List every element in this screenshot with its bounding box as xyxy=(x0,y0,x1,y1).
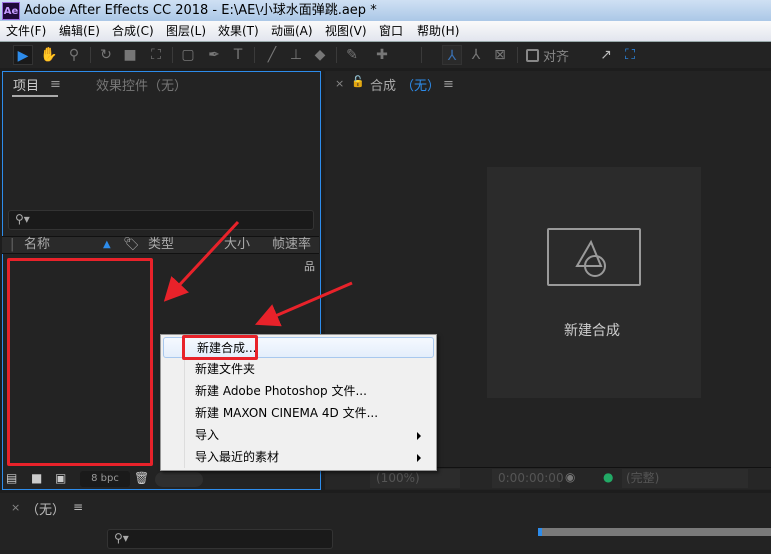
annotation-arrow xyxy=(254,281,353,327)
annotation-arrow xyxy=(163,220,240,302)
annotation-arrows xyxy=(163,220,353,327)
